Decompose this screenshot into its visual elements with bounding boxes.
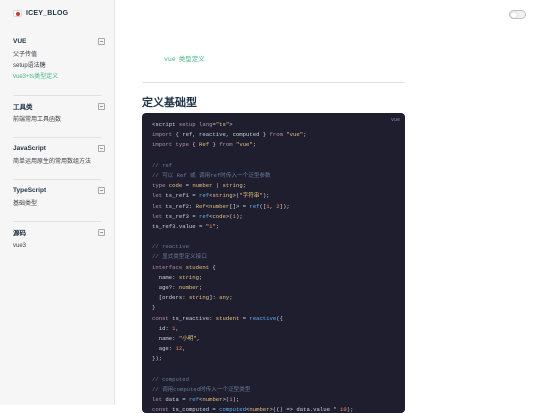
code-line: // 可以 Ref 或 调用ref时传入一个泛型参数 [152,171,271,179]
sidebar-group-header[interactable]: 源码 [13,227,105,237]
sidebar-group-header[interactable]: JavaScript [13,143,105,153]
code-line: let data = ref<number>(1); [152,396,240,404]
code-line: ts_ref3.value = "1"; [152,222,220,230]
sidebar-group-title: TypeScript [13,186,47,194]
breadcrumb-text[interactable]: 类型定义 [179,56,205,63]
sidebar-group-vue: VUE 父子传值 setup语法糖 vue3+ts类型定义 [13,36,105,83]
code-line: <script setup lang="ts"> [152,121,233,128]
sidebar-group-title: 源码 [13,230,26,237]
code-line: let ts_ref3 = ref<code>(1); [152,212,243,220]
sidebar-group-header[interactable]: VUE [13,36,105,46]
sidebar-group-javascript: JavaScript 简单运用原生的常用数组方法 [13,143,105,168]
code-line: age?: number; [152,284,203,291]
collapse-icon[interactable] [98,37,105,45]
sidebar-group-title: VUE [13,37,27,45]
code-line: let ts_ref1 = ref<string>("字符串"); [152,192,270,200]
sidebar-group-header[interactable]: TypeScript [13,185,105,195]
code-line: // ref [152,161,173,169]
logo-icon [13,10,22,17]
collapse-icon[interactable] [98,228,105,236]
sidebar-group-header[interactable]: 工具类 [13,101,105,111]
sidebar-divider [13,221,101,222]
code-line: import type { Ref } from "vue"; [152,141,257,149]
site-title: ICEY_BLOG [26,10,69,17]
code-line: } [152,304,156,312]
sidebar-item[interactable]: 前端常用工具函数 [13,115,105,126]
sidebar-item[interactable]: setup语法糖 [13,61,105,72]
code-line: age: 12, [152,345,186,353]
code-line: const ts_reactive: student = reactive({ [152,314,283,322]
code-line: // 显式类型定义接口 [152,253,207,261]
sidebar-item[interactable]: vue3 [13,241,105,252]
appearance-toggle[interactable] [509,10,526,19]
code-line: // reactive [152,243,189,251]
sidebar-group-typescript: TypeScript 基础类型 [13,185,105,210]
code-line: name: string; [152,273,203,281]
code-lines: <script setup lang="ts"> import { ref, re… [152,120,353,413]
code-line: type code = number | string; [152,182,247,190]
collapse-icon[interactable] [98,102,105,110]
code-line: import { ref, reactive, computed } from … [152,131,307,139]
code-line: [orders: string]: any; [152,294,233,302]
code-line: id: 1, [152,324,179,332]
sidebar-group-title: JavaScript [13,144,46,152]
collapse-icon[interactable] [98,144,105,152]
sidebar-divider [13,95,101,96]
sidebar: ICEY_BLOG VUE 父子传值 setup语法糖 vue3+ts类型定义 … [0,0,115,405]
collapse-icon[interactable] [98,186,105,194]
sidebar-item[interactable]: 父子传值 [13,50,105,61]
sidebar-item-active[interactable]: vue3+ts类型定义 [13,72,105,83]
code-line: // 调用computed时传入一个泛型类型 [152,385,251,393]
code-line: name: "小明", [152,334,201,342]
section-heading: 定义基础型 [142,97,197,109]
sidebar-group-title: 工具类 [13,104,33,111]
sidebar-divider [13,179,101,180]
code-line: // computed [152,375,189,383]
code-line: interface student { [152,263,216,271]
code-line: }); [152,355,163,363]
breadcrumb-code: vue [164,56,176,63]
code-line: let ts_ref2: Ref<number[]> = ref([1, 2])… [152,202,290,210]
code-language-label: vue [390,117,400,123]
sidebar-item[interactable]: 基础类型 [13,199,105,210]
site-brand[interactable]: ICEY_BLOG [13,10,68,17]
sidebar-group-tools: 工具类 前端常用工具函数 [13,101,105,126]
sidebar-item[interactable]: 简单运用原生的常用数组方法 [13,157,105,168]
sidebar-group-source: 源码 vue3 [13,227,105,252]
breadcrumb: vue 类型定义 [164,53,205,63]
sidebar-divider [13,137,101,138]
code-line: const ts_computed = computed<number>(() … [152,406,354,413]
content-divider [142,82,405,83]
code-block: vue <script setup lang="ts"> import { ref… [142,113,405,413]
